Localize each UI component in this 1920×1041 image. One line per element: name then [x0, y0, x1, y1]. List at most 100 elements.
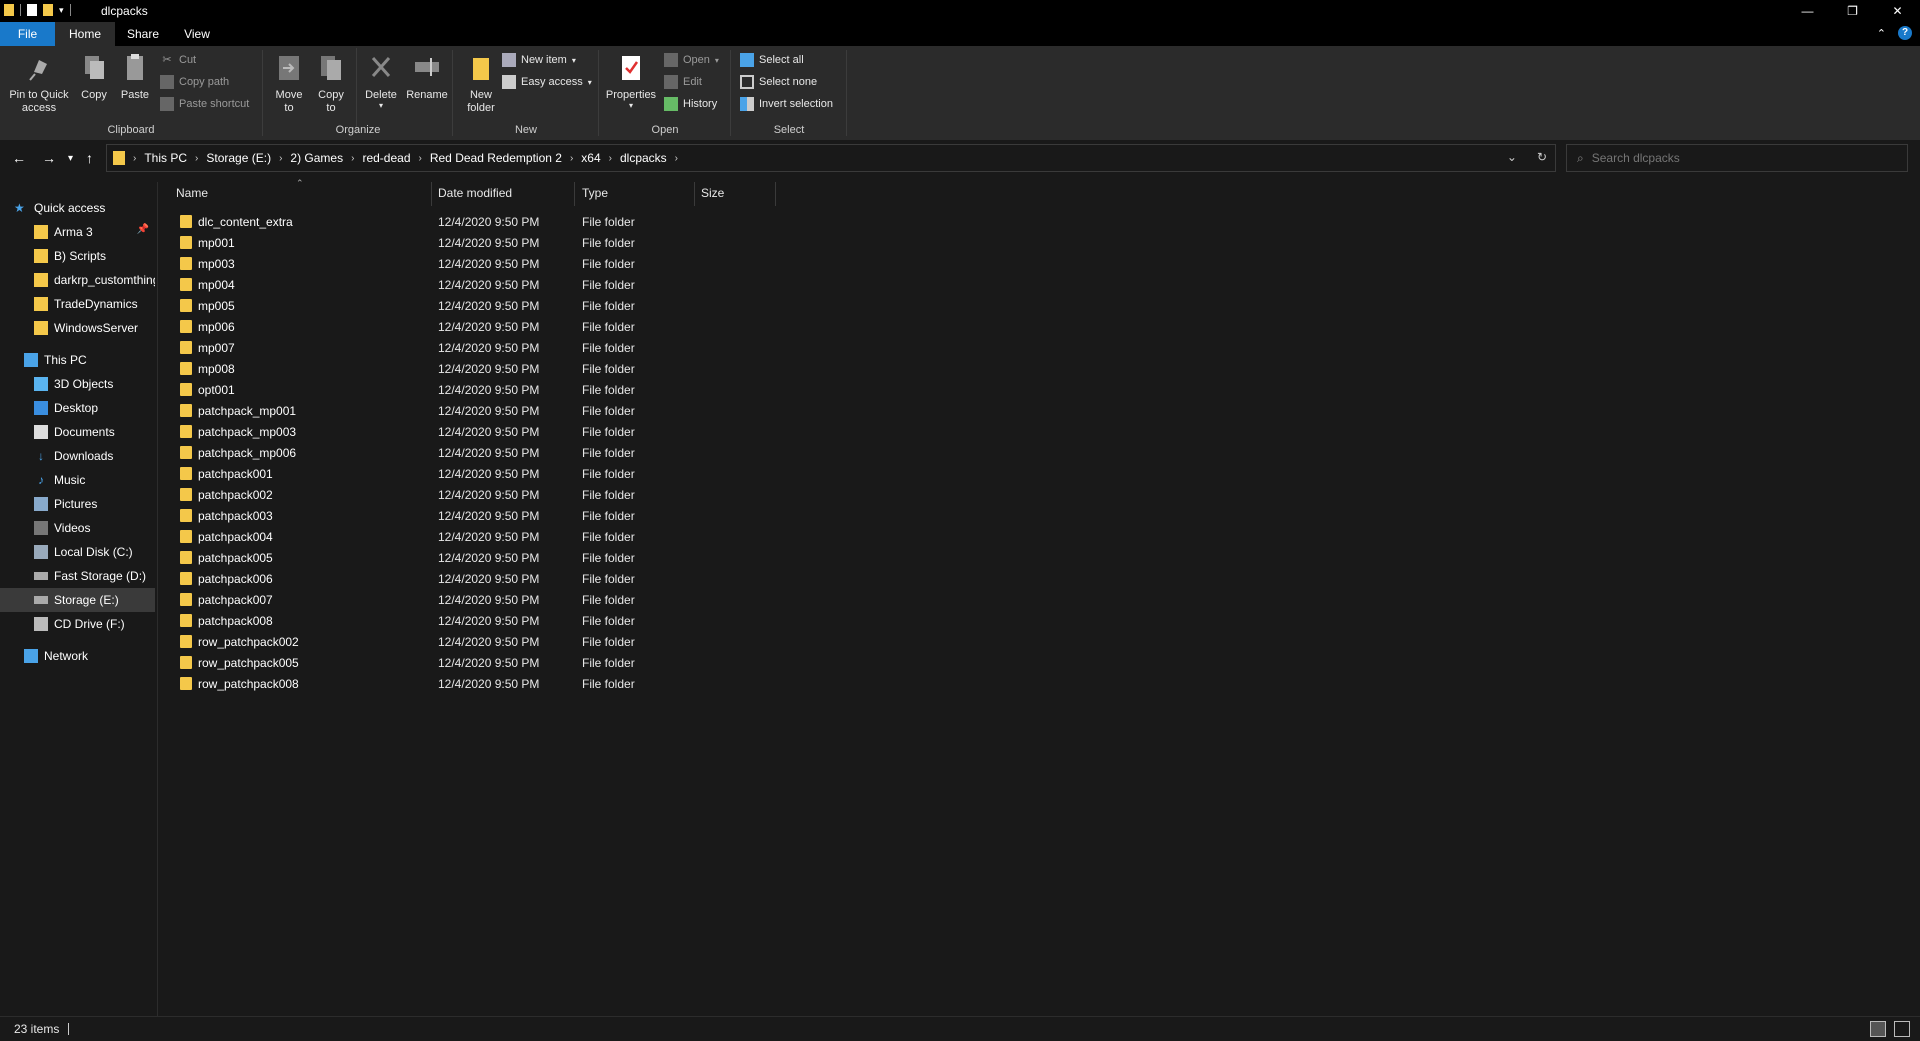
new-item-button[interactable]: New item ▾ [502, 51, 576, 69]
new-folder-button[interactable]: New folder [458, 52, 504, 115]
properties-button[interactable]: Properties ▾ [602, 52, 660, 110]
file-row[interactable]: row_patchpack002 12/4/2020 9:50 PM File fo… [158, 631, 958, 652]
refresh-icon[interactable]: ↻ [1537, 150, 1547, 164]
nav-pc-item[interactable]: CD Drive (F:) [0, 612, 155, 636]
move-to-button[interactable]: Move to [270, 52, 308, 115]
file-row[interactable]: mp001 12/4/2020 9:50 PM File folder [158, 232, 958, 253]
file-row[interactable]: patchpack006 12/4/2020 9:50 PM File folder [158, 568, 958, 589]
delete-dropdown-chevron-icon[interactable]: ▾ [360, 101, 402, 110]
file-row[interactable]: patchpack004 12/4/2020 9:50 PM File folder [158, 526, 958, 547]
nav-quick-item[interactable]: Arma 3 📌 [0, 220, 155, 244]
forward-arrow-icon[interactable]: → [42, 150, 56, 166]
chevron-right-icon[interactable]: › [279, 153, 282, 164]
file-row[interactable]: patchpack_mp006 12/4/2020 9:50 PM File fol… [158, 442, 958, 463]
help-icon[interactable]: ? [1898, 26, 1912, 40]
column-header-type[interactable]: Type [582, 178, 682, 208]
tab-view[interactable]: View [172, 22, 222, 46]
search-input[interactable] [1589, 150, 1894, 166]
nav-pc-item[interactable]: Documents [0, 420, 155, 444]
copy-button[interactable]: Copy [76, 52, 112, 101]
nav-this-pc[interactable]: This PC [0, 348, 155, 372]
tab-home[interactable]: Home [55, 22, 115, 46]
address-history-chevron-icon[interactable]: ⌄ [1507, 150, 1517, 164]
nav-quick-item[interactable]: B) Scripts [0, 244, 155, 268]
column-divider[interactable] [694, 182, 695, 206]
history-button[interactable]: History [664, 95, 717, 113]
chevron-right-icon[interactable]: › [419, 153, 422, 164]
file-row[interactable]: row_patchpack008 12/4/2020 9:50 PM File fo… [158, 673, 958, 694]
column-divider[interactable] [574, 182, 575, 206]
chevron-right-icon[interactable]: › [609, 153, 612, 164]
nav-quick-item[interactable]: WindowsServer [0, 316, 155, 340]
nav-pc-item[interactable]: 3D Objects [0, 372, 155, 396]
properties-icon[interactable] [27, 4, 37, 16]
chevron-right-icon[interactable]: › [351, 153, 354, 164]
restore-button[interactable]: ❐ [1830, 0, 1875, 22]
breadcrumb-red-dead[interactable]: red-dead [362, 151, 410, 165]
nav-quick-access[interactable]: ★ Quick access [0, 196, 155, 220]
file-row[interactable]: mp005 12/4/2020 9:50 PM File folder [158, 295, 958, 316]
breadcrumb-dlcpacks[interactable]: dlcpacks [620, 151, 667, 165]
open-button[interactable]: Open ▾ [664, 51, 719, 69]
file-row[interactable]: mp007 12/4/2020 9:50 PM File folder [158, 337, 958, 358]
file-row[interactable]: patchpack008 12/4/2020 9:50 PM File folder [158, 610, 958, 631]
nav-quick-item[interactable]: TradeDynamics [0, 292, 155, 316]
up-arrow-icon[interactable]: ↑ [86, 150, 93, 166]
copy-path-button[interactable]: Copy path [160, 73, 229, 91]
chevron-right-icon[interactable]: › [570, 153, 573, 164]
customize-toolbar-chevron-icon[interactable]: ▾ [59, 5, 64, 16]
nav-pc-item[interactable]: Desktop [0, 396, 155, 420]
nav-pc-item[interactable]: Fast Storage (D:) [0, 564, 155, 588]
file-row[interactable]: mp003 12/4/2020 9:50 PM File folder [158, 253, 958, 274]
file-row[interactable]: patchpack007 12/4/2020 9:50 PM File folder [158, 589, 958, 610]
nav-pc-item[interactable]: Pictures [0, 492, 155, 516]
nav-pc-item[interactable]: Local Disk (C:) [0, 540, 155, 564]
minimize-button[interactable]: — [1785, 0, 1830, 22]
breadcrumb-games[interactable]: 2) Games [290, 151, 343, 165]
recent-locations-chevron-icon[interactable]: ▾ [68, 153, 73, 164]
new-folder-icon[interactable] [43, 4, 53, 16]
nav-pc-item-selected[interactable]: Storage (E:) [0, 588, 155, 612]
details-view-icon[interactable] [1870, 1021, 1886, 1037]
column-header-date[interactable]: Date modified [438, 178, 568, 208]
invert-selection-button[interactable]: Invert selection [740, 95, 833, 113]
search-box[interactable]: ⌕ [1566, 144, 1908, 172]
collapse-ribbon-icon[interactable]: ⌃ [1877, 27, 1886, 40]
pin-icon[interactable]: 📌 [137, 224, 149, 235]
properties-chevron-icon[interactable]: ▾ [602, 101, 660, 110]
file-row[interactable]: patchpack003 12/4/2020 9:50 PM File folder [158, 505, 958, 526]
file-row[interactable]: mp004 12/4/2020 9:50 PM File folder [158, 274, 958, 295]
nav-quick-item[interactable]: darkrp_customthings [0, 268, 155, 292]
column-divider[interactable] [775, 182, 776, 206]
breadcrumb-this-pc[interactable]: This PC [144, 151, 187, 165]
nav-pc-item[interactable]: ♪ Music [0, 468, 155, 492]
easy-access-button[interactable]: Easy access ▾ [502, 73, 592, 91]
column-header-size[interactable]: Size [701, 178, 771, 208]
select-all-button[interactable]: Select all [740, 51, 804, 69]
breadcrumb-x64[interactable]: x64 [581, 151, 600, 165]
tab-file[interactable]: File [0, 22, 55, 46]
tab-share[interactable]: Share [118, 22, 168, 46]
copy-to-button[interactable]: Copy to [312, 52, 350, 115]
breadcrumb-storage-e[interactable]: Storage (E:) [206, 151, 271, 165]
chevron-right-icon[interactable]: › [195, 153, 198, 164]
file-row[interactable]: patchpack005 12/4/2020 9:50 PM File folder [158, 547, 958, 568]
column-divider[interactable] [431, 182, 432, 206]
chevron-right-icon[interactable]: › [133, 153, 136, 164]
file-row[interactable]: patchpack_mp003 12/4/2020 9:50 PM File fol… [158, 421, 958, 442]
nav-pc-item[interactable]: Videos [0, 516, 155, 540]
chevron-right-icon[interactable]: › [675, 153, 678, 164]
file-row[interactable]: row_patchpack005 12/4/2020 9:50 PM File fo… [158, 652, 958, 673]
file-row[interactable]: opt001 12/4/2020 9:50 PM File folder [158, 379, 958, 400]
file-row[interactable]: mp006 12/4/2020 9:50 PM File folder [158, 316, 958, 337]
rename-button[interactable]: Rename [404, 52, 450, 101]
paste-button[interactable]: Paste [116, 52, 154, 101]
file-row[interactable]: dlc_content_extra 12/4/2020 9:50 PM File f… [158, 211, 958, 232]
address-bar[interactable]: › This PC › Storage (E:) › 2) Games › re… [106, 144, 1556, 172]
file-row[interactable]: patchpack001 12/4/2020 9:50 PM File folder [158, 463, 958, 484]
breadcrumb-rdr2[interactable]: Red Dead Redemption 2 [430, 151, 562, 165]
nav-network[interactable]: Network [0, 644, 155, 668]
file-row[interactable]: mp008 12/4/2020 9:50 PM File folder [158, 358, 958, 379]
file-row[interactable]: patchpack_mp001 12/4/2020 9:50 PM File fol… [158, 400, 958, 421]
paste-shortcut-button[interactable]: Paste shortcut [160, 95, 249, 113]
